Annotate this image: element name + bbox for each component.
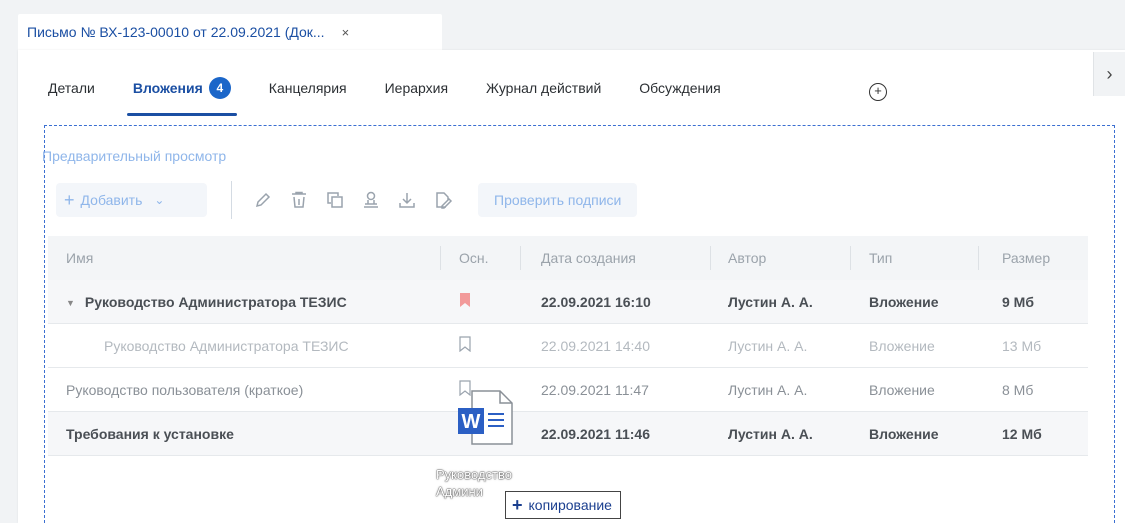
download-icon[interactable] bbox=[396, 189, 418, 211]
created-date: 22.09.2021 14:40 bbox=[541, 337, 650, 354]
copy-tooltip: + копирование bbox=[505, 491, 621, 519]
file-name: Требования к установке bbox=[66, 425, 234, 442]
type: Вложение bbox=[869, 293, 939, 310]
preview-link[interactable]: Предварительный просмотр bbox=[42, 148, 226, 164]
size: 12 Мб bbox=[1002, 425, 1042, 442]
size: 8 Мб bbox=[1002, 381, 1034, 398]
tab-label: Журнал действий bbox=[486, 80, 602, 96]
tab-chancellery[interactable]: Канцелярия bbox=[269, 78, 347, 116]
add-tab-icon[interactable]: + bbox=[869, 83, 887, 101]
attachments-toolbar: + Добавить ⌄ Проверить подписи bbox=[56, 181, 638, 219]
file-name: Руководство Администратора ТЕЗИС bbox=[104, 337, 349, 354]
author: Лустин А. А. bbox=[728, 293, 813, 310]
tab-label: Вложения bbox=[132, 80, 203, 96]
size: 13 Мб bbox=[1002, 337, 1042, 354]
column-header-created[interactable]: Дата создания bbox=[521, 246, 711, 270]
tab-label: Канцелярия bbox=[268, 80, 347, 96]
created-date: 22.09.2021 11:46 bbox=[541, 425, 650, 442]
type: Вложение bbox=[869, 337, 935, 354]
panel-toggle-button[interactable]: › bbox=[1093, 52, 1125, 96]
column-header-main[interactable]: Осн. bbox=[441, 246, 521, 270]
sign-icon[interactable] bbox=[360, 189, 382, 211]
tab-label: Детали bbox=[48, 80, 95, 96]
document-tab[interactable]: Письмо № ВХ-123-00010 от 22.09.2021 (Док… bbox=[18, 14, 442, 50]
created-date: 22.09.2021 11:47 bbox=[541, 381, 649, 398]
type: Вложение bbox=[869, 381, 935, 398]
table-row[interactable]: Требования к установке 22.09.2021 11:46 … bbox=[48, 412, 1088, 456]
close-icon[interactable]: × bbox=[342, 25, 350, 40]
tab-attachments[interactable]: Вложения 4 bbox=[126, 77, 237, 116]
drag-file-label: Руководство Админи bbox=[436, 467, 512, 499]
tab-bar: Детали Вложения 4 Канцелярия Иерархия Жур… bbox=[48, 77, 759, 118]
toolbar-divider bbox=[231, 181, 232, 219]
tab-hierarchy[interactable]: Иерархия bbox=[385, 78, 448, 116]
tab-label: Иерархия bbox=[384, 80, 449, 96]
plus-icon: + bbox=[64, 189, 75, 210]
author: Лустин А. А. bbox=[728, 381, 808, 398]
check-signatures-button[interactable]: Проверить подписи bbox=[478, 183, 638, 217]
chevron-down-icon: ⌄ bbox=[154, 193, 165, 207]
table-row[interactable]: ▼ Руководство Администратора ТЕЗИС 22.09.… bbox=[48, 280, 1088, 324]
bookmark-icon[interactable] bbox=[459, 336, 471, 353]
add-button-label: Добавить bbox=[80, 192, 143, 208]
tab-details[interactable]: Детали bbox=[48, 78, 95, 116]
table-header: Имя Осн. Дата создания Автор Тип Размер bbox=[48, 236, 1088, 280]
table-row[interactable]: Руководство Администратора ТЕЗИС 22.09.2… bbox=[48, 324, 1088, 368]
tab-label: Обсуждения bbox=[639, 80, 721, 96]
delete-icon[interactable] bbox=[288, 189, 310, 211]
author: Лустин А. А. bbox=[728, 337, 808, 354]
expand-toggle-icon[interactable]: ▼ bbox=[66, 298, 75, 308]
chevron-right-icon: › bbox=[1106, 63, 1113, 84]
copy-icon[interactable] bbox=[324, 189, 346, 211]
attachments-table: Имя Осн. Дата создания Автор Тип Размер … bbox=[48, 236, 1088, 456]
column-header-name[interactable]: Имя bbox=[48, 246, 441, 270]
plus-icon: + bbox=[512, 494, 523, 515]
edit-icon[interactable] bbox=[252, 189, 274, 211]
created-date: 22.09.2021 16:10 bbox=[541, 293, 651, 310]
type: Вложение bbox=[869, 425, 939, 442]
author: Лустин А. А. bbox=[728, 425, 813, 442]
document-tab-title[interactable]: Письмо № ВХ-123-00010 от 22.09.2021 (Док… bbox=[27, 24, 325, 40]
file-name: Руководство Администратора ТЕЗИС bbox=[84, 293, 347, 310]
edit-file-icon[interactable] bbox=[432, 189, 454, 211]
word-file-icon: W bbox=[458, 390, 513, 445]
count-badge: 4 bbox=[208, 77, 231, 100]
file-name: Руководство пользователя (краткое) bbox=[66, 381, 304, 398]
column-header-size[interactable]: Размер bbox=[979, 246, 1088, 270]
main-flag-icon[interactable] bbox=[459, 292, 471, 308]
table-row[interactable]: Руководство пользователя (краткое) 22.09… bbox=[48, 368, 1088, 412]
tab-action-log[interactable]: Журнал действий bbox=[486, 78, 601, 116]
copy-label: копирование bbox=[528, 497, 612, 513]
tab-discussions[interactable]: Обсуждения bbox=[639, 78, 720, 116]
add-button[interactable]: + Добавить ⌄ bbox=[56, 183, 207, 217]
word-letter: W bbox=[462, 411, 481, 433]
column-header-type[interactable]: Тип bbox=[851, 246, 979, 270]
size: 9 Мб bbox=[1002, 293, 1034, 310]
column-header-author[interactable]: Автор bbox=[711, 246, 851, 270]
